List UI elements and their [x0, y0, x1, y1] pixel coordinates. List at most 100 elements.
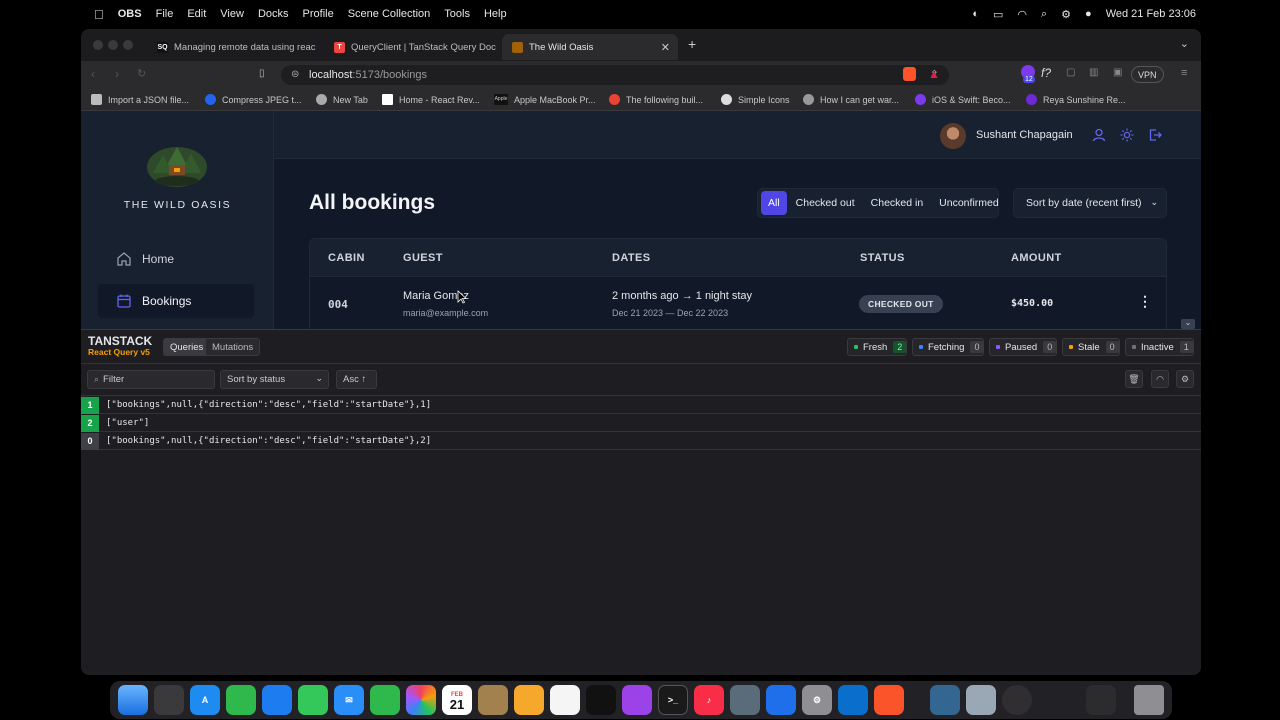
messages-icon[interactable] — [298, 685, 328, 715]
menu-scene-collection[interactable]: Scene Collection — [348, 8, 431, 20]
offline-wifi-icon[interactable]: ◠ — [1151, 370, 1169, 388]
apple-tv-icon[interactable] — [586, 685, 616, 715]
downloads-stack-icon[interactable] — [1086, 685, 1116, 715]
counter-fetching[interactable]: Fetching 0 — [912, 338, 985, 356]
bookmark-item[interactable]: New Tab — [316, 94, 368, 105]
brave-rewards-icon[interactable]: ▲ — [928, 67, 940, 81]
apple-logo-icon[interactable]:  — [94, 7, 104, 22]
query-row[interactable]: 1 ["bookings",null,{"direction":"desc","… — [81, 396, 1201, 414]
tab-queryclient[interactable]: T QueryClient | TanStack Query Doc — [324, 34, 496, 60]
bookmark-item[interactable]: iOS & Swift: Beco... — [915, 94, 1011, 105]
filter-unconfirmed-button[interactable]: Unconfirmed — [932, 191, 1006, 215]
obs-status-icon[interactable]: ◐ — [972, 8, 979, 20]
zoom-window-button[interactable] — [123, 40, 133, 50]
function-extension-icon[interactable]: f? — [1041, 66, 1051, 80]
menu-tools[interactable]: Tools — [444, 8, 470, 20]
notes-stack-icon[interactable] — [478, 685, 508, 715]
menu-help[interactable]: Help — [484, 8, 507, 20]
close-tab-icon[interactable]: ✕ — [661, 41, 670, 54]
search-icon[interactable]: ⌕ — [1041, 8, 1047, 21]
filter-checked-out-button[interactable]: Checked out — [789, 191, 862, 215]
wifi-icon[interactable]: ◠ — [1017, 8, 1027, 21]
brave-browser-icon[interactable] — [874, 685, 904, 715]
nav-home[interactable]: Home — [98, 242, 254, 276]
user-icon[interactable] — [1092, 128, 1106, 142]
tab-mutations[interactable]: Mutations — [205, 338, 261, 356]
tab-queries[interactable]: Queries — [163, 338, 211, 356]
bookmark-item[interactable]: How I can get war... — [803, 94, 899, 105]
counter-inactive[interactable]: Inactive 1 — [1125, 338, 1194, 356]
preview-icon[interactable] — [966, 685, 996, 715]
app-store-icon[interactable]: A — [190, 685, 220, 715]
puzzle-extension-icon[interactable]: ▢ — [1066, 67, 1075, 78]
reminders-icon[interactable] — [550, 685, 580, 715]
numbers-icon[interactable] — [226, 685, 256, 715]
menu-app-name[interactable]: OBS — [118, 8, 142, 20]
reload-button[interactable]: ↻ — [137, 67, 146, 80]
close-window-button[interactable] — [93, 40, 103, 50]
bookmark-item[interactable]: Import a JSON file... — [91, 94, 189, 105]
query-row[interactable]: 0 ["bookings",null,{"direction":"desc","… — [81, 432, 1201, 450]
forward-button[interactable]: › — [115, 67, 119, 81]
settings-gear-icon[interactable]: ⚙ — [1176, 370, 1194, 388]
keynote-icon[interactable] — [766, 685, 796, 715]
obs-icon[interactable] — [1002, 685, 1032, 715]
menu-docks[interactable]: Docks — [258, 8, 289, 20]
brave-shields-icon[interactable] — [903, 67, 916, 81]
bookmark-item[interactable]: The following buil... — [609, 94, 703, 105]
url-field[interactable]: ⊜ localhost:5173/bookings ⇪ — [281, 65, 949, 85]
tab-list-chevron-icon[interactable]: ⌄ — [1180, 37, 1189, 50]
clear-cache-trash-icon[interactable]: 🗑 — [1125, 370, 1143, 388]
bookmark-item[interactable]: Apple Apple MacBook Pr... — [494, 94, 596, 105]
facetime-icon[interactable] — [370, 685, 400, 715]
control-center-icon[interactable]: ⚙ — [1061, 8, 1071, 21]
row-menu-button[interactable]: ⋮ — [1138, 293, 1152, 310]
bookmark-icon[interactable]: ▯ — [259, 68, 265, 79]
logout-icon[interactable] — [1148, 128, 1162, 142]
tab-wild-oasis[interactable]: The Wild Oasis ✕ — [502, 34, 678, 60]
sort-order-button[interactable]: Asc ↑ — [336, 370, 377, 389]
site-info-icon[interactable]: ⊜ — [291, 69, 299, 80]
counter-paused[interactable]: Paused 0 — [989, 338, 1058, 356]
quicktime-icon[interactable] — [730, 685, 760, 715]
wallet-icon[interactable]: ▣ — [1113, 67, 1122, 78]
filter-all-button[interactable]: All — [761, 191, 787, 215]
photos-icon[interactable] — [406, 685, 436, 715]
tab-managing-remote-data[interactable]: SQ Managing remote data using reac — [147, 34, 319, 60]
mail-icon[interactable]: ✉ — [334, 685, 364, 715]
menu-edit[interactable]: Edit — [187, 8, 206, 20]
launchpad-icon[interactable] — [154, 685, 184, 715]
vpn-button[interactable]: VPN — [1131, 66, 1164, 83]
sun-icon[interactable] — [1120, 128, 1134, 142]
terminal-icon[interactable]: >_ — [658, 685, 688, 715]
calendar-icon[interactable]: FEB 21 — [442, 685, 472, 715]
bookmark-item[interactable]: Compress JPEG t... — [205, 94, 302, 105]
podcasts-icon[interactable] — [622, 685, 652, 715]
battery-icon[interactable]: ▭ — [993, 8, 1003, 21]
bookmark-item[interactable]: Home - React Rev... — [382, 94, 480, 105]
clock[interactable]: Wed 21 Feb 23:06 — [1106, 8, 1196, 20]
sidebar-toggle-icon[interactable]: ▥ — [1089, 67, 1098, 78]
bookmark-item[interactable]: Simple Icons — [721, 94, 790, 105]
query-row[interactable]: 2 ["user"] — [81, 414, 1201, 432]
music-icon[interactable]: ♪ — [694, 685, 724, 715]
trash-icon[interactable] — [1134, 685, 1164, 715]
menu-profile[interactable]: Profile — [303, 8, 334, 20]
siri-icon[interactable]: ● — [1085, 8, 1092, 20]
menu-file[interactable]: File — [156, 8, 174, 20]
pages-icon[interactable] — [514, 685, 544, 715]
counter-fresh[interactable]: Fresh 2 — [847, 338, 908, 356]
nav-bookings[interactable]: Bookings — [98, 284, 254, 318]
finder-icon[interactable] — [118, 685, 148, 715]
minimize-window-button[interactable] — [108, 40, 118, 50]
back-button[interactable]: ‹ — [91, 67, 95, 81]
postgres-icon[interactable] — [930, 685, 960, 715]
bookmark-item[interactable]: Reya Sunshine Re... — [1026, 94, 1126, 105]
filter-input[interactable]: ⌕ Filter — [87, 370, 215, 389]
safari-icon[interactable] — [262, 685, 292, 715]
system-settings-icon[interactable]: ⚙ — [802, 685, 832, 715]
sort-select[interactable]: Sort by date (recent first) ⌄ — [1013, 188, 1167, 218]
sort-by-select[interactable]: Sort by status ⌄ — [220, 370, 329, 389]
menu-icon[interactable]: ≡ — [1181, 67, 1187, 79]
counter-stale[interactable]: Stale 0 — [1062, 338, 1120, 356]
